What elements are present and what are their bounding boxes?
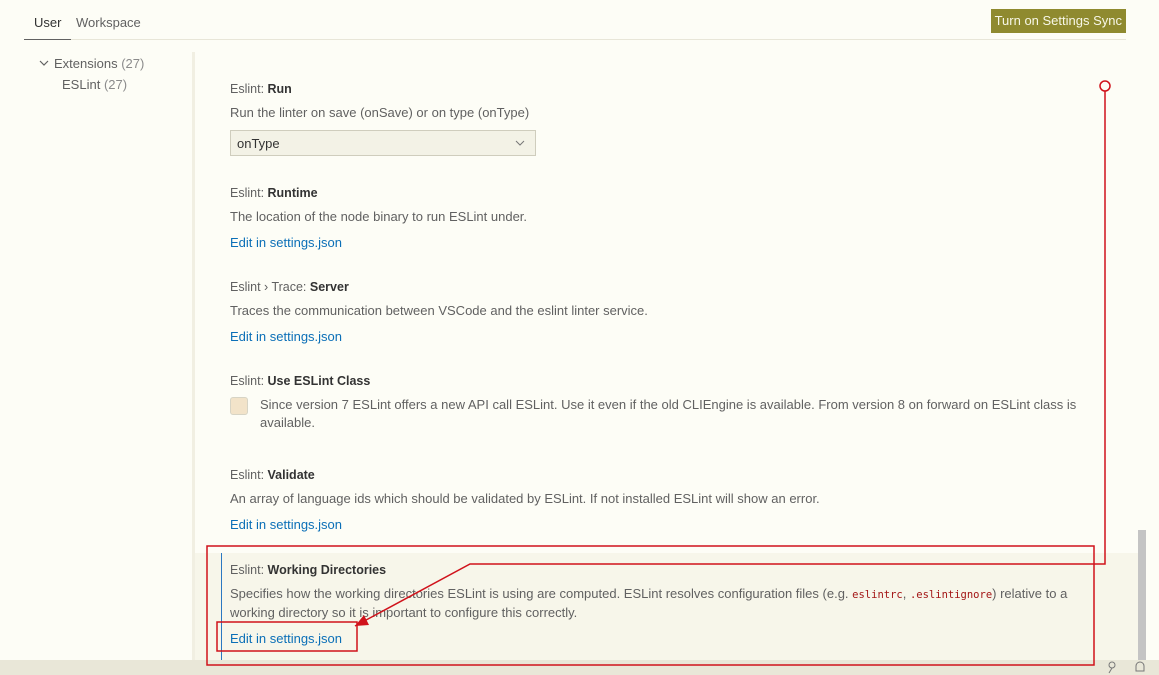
setting-title: Eslint: Working Directories [230,563,387,577]
tab-workspace[interactable]: Workspace [76,15,141,30]
tab-user[interactable]: User [23,15,73,40]
status-bar [0,660,1159,675]
run-mode-select[interactable]: onType [230,130,536,156]
code-eslintignore: .eslintignore [909,589,993,601]
toc-item-label: ESLint [62,77,101,92]
broadcast-icon[interactable] [1106,660,1120,674]
setting-description: Since version 7 ESLint offers a new API … [260,397,1077,430]
setting-description: Traces the communication between VSCode … [230,303,648,318]
toc-item-count: (27) [103,77,128,92]
select-value: onType [237,136,280,151]
settings-scope-bar: User Workspace Turn on Settings Sync [23,0,1126,40]
setting-title: Eslint: Use ESLint Class [230,374,371,388]
scrollbar-thumb[interactable] [1138,530,1146,660]
setting-eslint-working-directories: Eslint: Working Directories Specifies ho… [195,553,1138,660]
setting-eslint-trace-server: Eslint › Trace: Server Traces the commun… [195,280,1138,344]
setting-description: Specifies how the working directories ES… [230,586,1068,620]
bell-icon[interactable] [1133,660,1147,674]
setting-title: Eslint: Run [230,82,292,96]
edit-in-settings-json-link[interactable]: Edit in settings.json [230,235,1138,250]
setting-description: An array of language ids which should be… [230,491,820,506]
settings-list: Eslint: Run Run the linter on save (onSa… [195,48,1138,660]
code-eslintrc: eslintrc [852,589,903,601]
toc-item-label: Extensions [54,56,118,71]
use-eslint-class-checkbox[interactable] [230,397,248,415]
setting-eslint-runtime: Eslint: Runtime The location of the node… [195,186,1138,250]
setting-title: Eslint: Runtime [230,186,318,200]
setting-description: The location of the node binary to run E… [230,209,528,224]
setting-description: Run the linter on save (onSave) or on ty… [230,105,530,120]
toc-item-count: (27) [121,56,145,71]
toc-item-eslint[interactable]: ESLint (27) [62,77,127,92]
turn-on-settings-sync-button[interactable]: Turn on Settings Sync [990,9,1126,33]
setting-eslint-validate: Eslint: Validate An array of language id… [195,468,1138,532]
setting-eslint-run: Eslint: Run Run the linter on save (onSa… [195,82,1138,156]
setting-title: Eslint › Trace: Server [230,280,349,294]
edit-in-settings-json-link[interactable]: Edit in settings.json [230,517,1138,532]
chevron-down-icon [515,140,525,146]
toc-item-extensions[interactable]: Extensions (27) [38,56,144,71]
setting-title: Eslint: Validate [230,468,315,482]
edit-in-settings-json-link[interactable]: Edit in settings.json [230,631,1138,646]
edit-in-settings-json-link[interactable]: Edit in settings.json [230,329,1138,344]
setting-eslint-use-eslint-class: Eslint: Use ESLint Class Since version 7… [195,374,1138,432]
settings-toc: Extensions (27) ESLint (27) [24,48,192,660]
